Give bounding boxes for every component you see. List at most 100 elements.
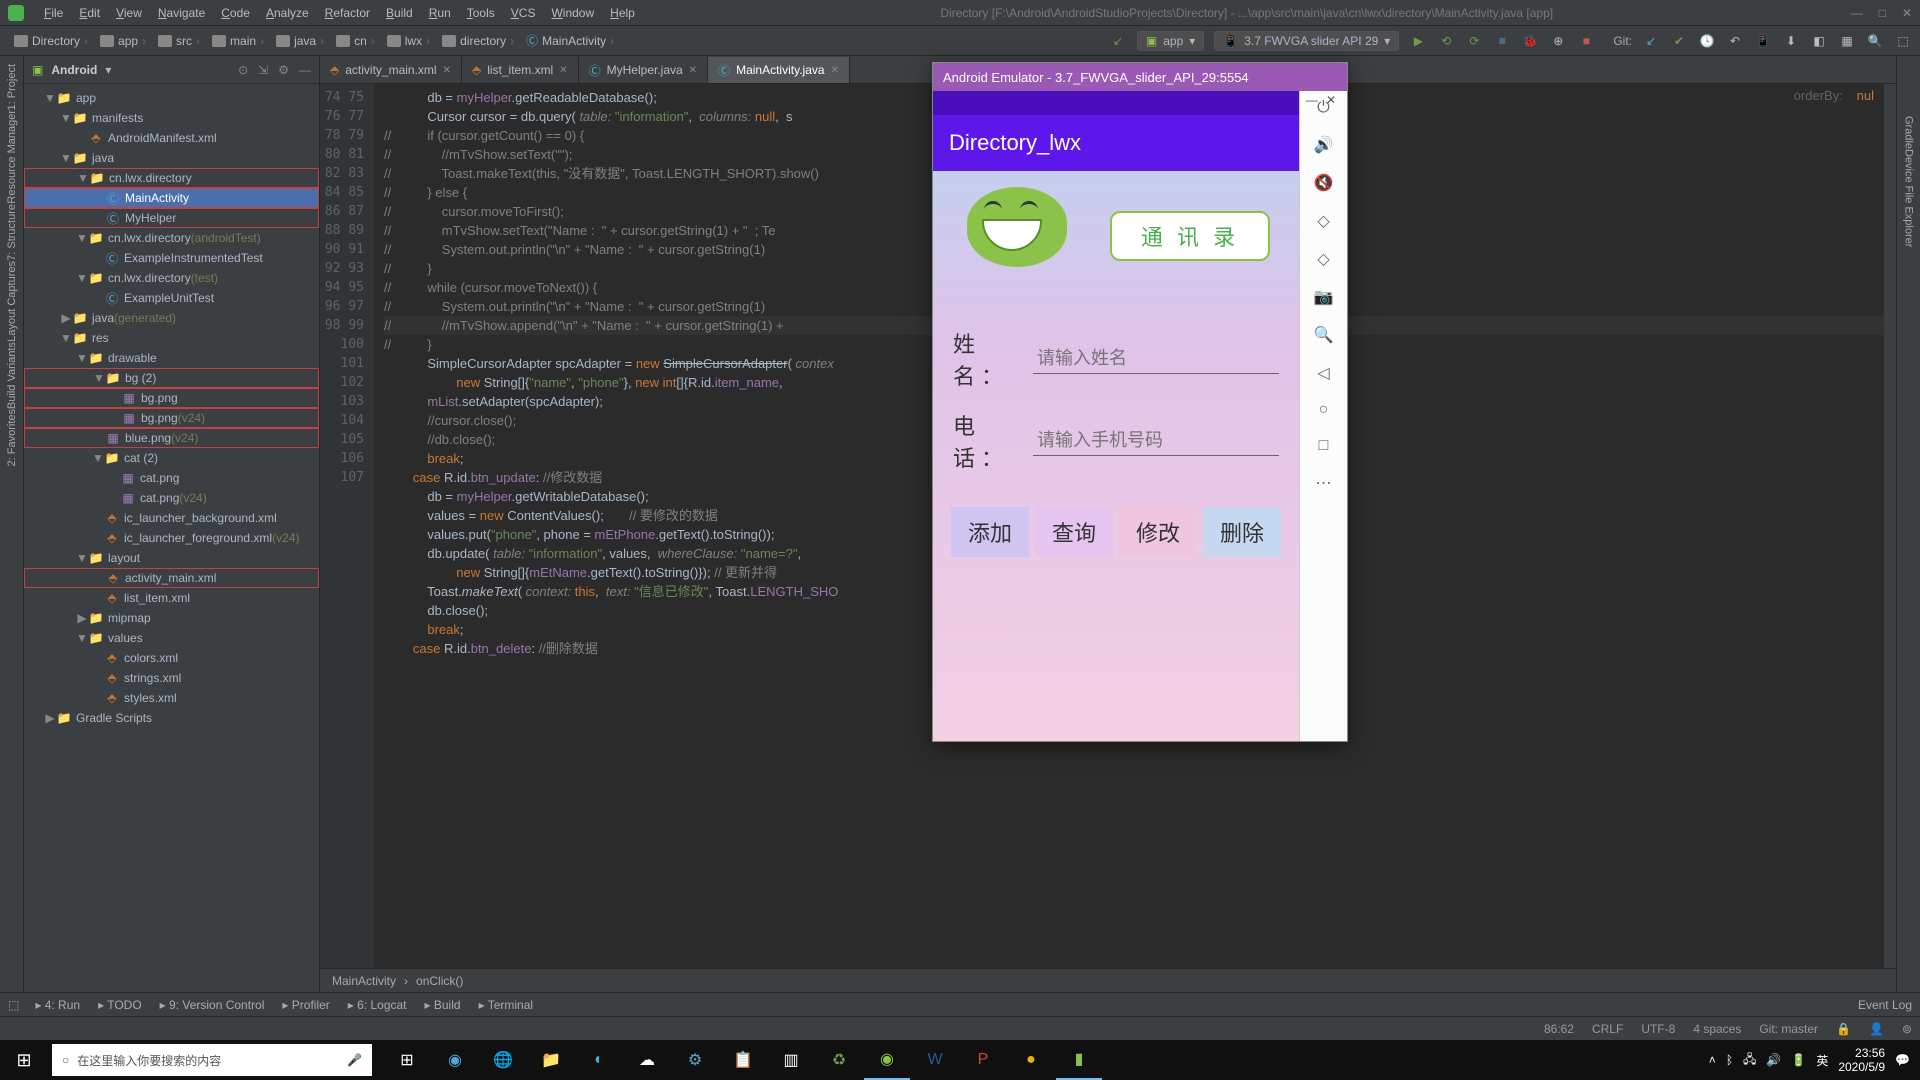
chrome-icon[interactable]: 🌐	[480, 1040, 526, 1080]
resource-manager-icon[interactable]: ▦	[1838, 32, 1856, 50]
tray-battery-icon[interactable]: 🔋	[1791, 1053, 1806, 1067]
inspector-icon[interactable]: 👤	[1869, 1022, 1884, 1036]
emulator-side-button[interactable]: ○	[1319, 401, 1329, 419]
tree-item[interactable]: ▼📁layout	[24, 548, 319, 568]
breadcrumb-item[interactable]: cn›	[330, 32, 381, 50]
tree-item[interactable]: ⬘ic_launcher_background.xml	[24, 508, 319, 528]
breadcrumb-item[interactable]: src›	[152, 32, 206, 50]
lock-icon[interactable]: 🔒	[1836, 1022, 1851, 1036]
breadcrumb-item[interactable]: app›	[94, 32, 152, 50]
breadcrumb-item[interactable]: java›	[270, 32, 330, 50]
tree-item[interactable]: ⒸMyHelper	[24, 208, 319, 228]
app2-icon[interactable]: 📋	[720, 1040, 766, 1080]
vcs-revert-icon[interactable]: ↶	[1726, 32, 1744, 50]
left-tab[interactable]: Build Variants	[6, 342, 18, 409]
editor-tab[interactable]: ⒸMyHelper.java✕	[579, 57, 708, 83]
name-input[interactable]	[1033, 344, 1279, 374]
editor-breadcrumb[interactable]: MainActivity›onClick()	[320, 968, 1896, 992]
tree-item[interactable]: ⒸMainActivity	[24, 188, 319, 208]
tree-item[interactable]: ▼📁drawable	[24, 348, 319, 368]
run-config-selector[interactable]: ▣app▾	[1137, 31, 1204, 51]
bottom-tab[interactable]: ▸ Terminal	[479, 998, 534, 1012]
tree-item[interactable]: ▼📁bg (2)	[24, 368, 319, 388]
tree-item[interactable]: ▼📁java	[24, 148, 319, 168]
tree-item[interactable]: ⬘AndroidManifest.xml	[24, 128, 319, 148]
bottom-tab[interactable]: ▸ Build	[425, 998, 461, 1012]
query-button[interactable]: 查询	[1035, 507, 1113, 557]
add-button[interactable]: 添加	[951, 507, 1029, 557]
emulator-taskbar-icon[interactable]: ▮	[1056, 1040, 1102, 1080]
tree-item[interactable]: ▦cat.png (v24)	[24, 488, 319, 508]
search-icon[interactable]: 🔍	[1866, 32, 1884, 50]
hide-icon[interactable]: —	[299, 63, 311, 77]
tree-item[interactable]: ⬘list_item.xml	[24, 588, 319, 608]
tree-item[interactable]: ▼📁cn.lwx.directory (test)	[24, 268, 319, 288]
task-view-icon[interactable]: ⊞	[384, 1040, 430, 1080]
bottom-tab[interactable]: ▸ TODO	[98, 998, 142, 1012]
editor-tab[interactable]: ⬘activity_main.xml✕	[320, 57, 462, 83]
emulator-side-button[interactable]: 🔊	[1314, 135, 1334, 155]
tree-item[interactable]: ▼📁cat (2)	[24, 448, 319, 468]
avd-manager-icon[interactable]: 📱	[1754, 32, 1772, 50]
vcs-update-icon[interactable]: ↙	[1642, 32, 1660, 50]
emulator-screen[interactable]: Directory_lwx 通 讯 录 姓 名： 电 话： 添加 查	[933, 91, 1299, 741]
sdk-manager-icon[interactable]: ⬇	[1782, 32, 1800, 50]
breadcrumb-item[interactable]: main›	[206, 32, 270, 50]
tree-item[interactable]: ▦blue.png (v24)	[24, 428, 319, 448]
menu-navigate[interactable]: Navigate	[150, 4, 213, 22]
menu-build[interactable]: Build	[378, 4, 421, 22]
indent-setting[interactable]: 4 spaces	[1693, 1022, 1741, 1036]
start-button[interactable]: ⊞	[0, 1040, 48, 1080]
run-icon[interactable]: ▶	[1409, 32, 1427, 50]
emulator-side-button[interactable]: ⋯	[1316, 473, 1332, 493]
tree-item[interactable]: ▶📁mipmap	[24, 608, 319, 628]
vcs-commit-icon[interactable]: ✔	[1670, 32, 1688, 50]
menu-refactor[interactable]: Refactor	[317, 4, 378, 22]
event-log-tab[interactable]: Event Log	[1858, 998, 1912, 1012]
phone-input[interactable]	[1033, 426, 1279, 456]
settings-icon[interactable]: ⬚	[1894, 32, 1912, 50]
tray-network-icon[interactable]: 🖧	[1743, 1050, 1756, 1071]
tree-item[interactable]: ▼📁values	[24, 628, 319, 648]
settings-gear-icon[interactable]: ⚙	[278, 63, 289, 77]
edge-icon[interactable]: ◉	[432, 1040, 478, 1080]
tray-ime-label[interactable]: 英	[1816, 1052, 1828, 1069]
emulator-side-button[interactable]: 📷	[1314, 287, 1334, 307]
breadcrumb-item[interactable]: directory›	[436, 32, 520, 50]
right-tab[interactable]: Gradle	[1903, 116, 1915, 149]
emulator-side-button[interactable]: ◇	[1317, 211, 1329, 231]
menu-vcs[interactable]: VCS	[503, 4, 544, 22]
menu-code[interactable]: Code	[213, 4, 258, 22]
emulator-side-button[interactable]: 🔍	[1314, 325, 1334, 345]
right-tab[interactable]: Device File Explorer	[1903, 149, 1915, 247]
tree-item[interactable]: ⬘colors.xml	[24, 648, 319, 668]
collapse-icon[interactable]: ⇲	[258, 63, 268, 77]
tree-item[interactable]: ▼📁cn.lwx.directory (androidTest)	[24, 228, 319, 248]
menu-analyze[interactable]: Analyze	[258, 4, 317, 22]
left-tab[interactable]: 7: Structure	[6, 204, 18, 261]
breadcrumb-item[interactable]: ⒸMainActivity›	[520, 30, 620, 51]
close-icon[interactable]: ✕	[1902, 6, 1912, 20]
debug-icon[interactable]: ⟳	[1465, 32, 1483, 50]
tray-bluetooth-icon[interactable]: ᛒ	[1726, 1053, 1733, 1067]
word-icon[interactable]: W	[912, 1040, 958, 1080]
app3-icon[interactable]: ▥	[768, 1040, 814, 1080]
windows-search[interactable]: ○ 在这里输入你要搜索的内容 🎤	[52, 1044, 372, 1076]
menu-run[interactable]: Run	[421, 4, 459, 22]
tree-item[interactable]: ⬘activity_main.xml	[24, 568, 319, 588]
tree-item[interactable]: ▶📁Gradle Scripts	[24, 708, 319, 728]
tree-item[interactable]: ⬘styles.xml	[24, 688, 319, 708]
explorer-icon[interactable]: 📁	[528, 1040, 574, 1080]
emulator-side-button[interactable]: □	[1319, 437, 1329, 455]
update-button[interactable]: 修改	[1119, 507, 1197, 557]
error-stripe[interactable]	[1884, 84, 1896, 968]
notifications-icon[interactable]: 💬	[1895, 1053, 1910, 1067]
tray-clock[interactable]: 23:562020/5/9	[1838, 1046, 1885, 1074]
emulator-title[interactable]: Android Emulator - 3.7_FWVGA_slider_API_…	[933, 63, 1347, 91]
tray-chevron-icon[interactable]: ˄	[1709, 1053, 1716, 1067]
menu-window[interactable]: Window	[543, 4, 602, 22]
mic-icon[interactable]: 🎤	[347, 1053, 362, 1067]
tree-item[interactable]: ⒸExampleInstrumentedTest	[24, 248, 319, 268]
emu-close-icon[interactable]: ✕	[1326, 93, 1336, 113]
tree-item[interactable]: ⬘strings.xml	[24, 668, 319, 688]
